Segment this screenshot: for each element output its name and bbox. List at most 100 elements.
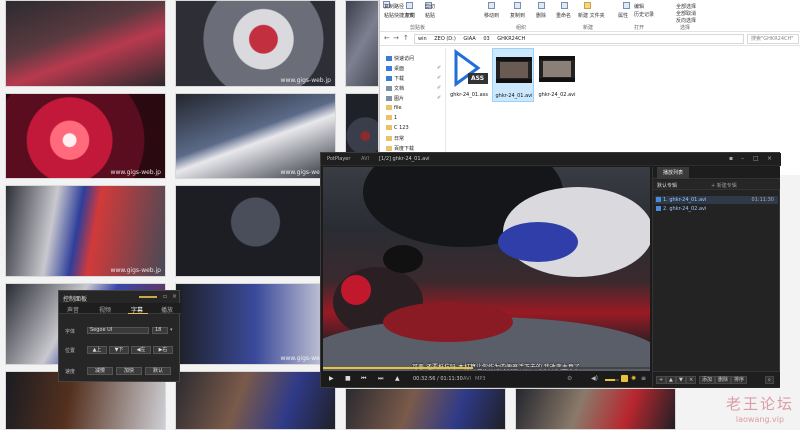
font-select[interactable]: Segoe UI <box>87 327 149 334</box>
ribbon-copy-path[interactable]: 复制路径 <box>384 3 404 10</box>
sun-icon[interactable]: ✺ <box>631 375 636 382</box>
playlist-item[interactable]: 2. ghkr-24_02.avi <box>655 205 778 213</box>
ribbon-history[interactable]: 历史记录 <box>634 11 654 18</box>
speed-slower-button[interactable]: 减慢 <box>87 367 113 375</box>
ribbon-delete[interactable]: 删除 <box>536 12 546 19</box>
stop-button[interactable]: ■ <box>345 375 351 382</box>
sidebar-item[interactable]: 百度下载 <box>386 145 414 152</box>
subtitle-toggle-icon[interactable] <box>621 375 628 382</box>
sidebar-item[interactable]: 下载 <box>386 75 404 82</box>
speed-default-button[interactable]: 默认 <box>145 367 171 375</box>
close-icon[interactable]: × <box>172 293 177 300</box>
tab-audio[interactable]: 声音 <box>67 305 79 314</box>
open-file-button[interactable]: ▲ <box>395 375 400 382</box>
tab-playlist[interactable]: 播放列表 <box>657 167 690 179</box>
file-item[interactable]: ghkr-24_01.avi <box>492 48 534 102</box>
ribbon-copy-to[interactable]: 复制到 <box>510 12 525 19</box>
ribbon-select-all[interactable]: 全部选择 <box>676 3 696 10</box>
playlist-search-icon[interactable]: ⌕ <box>765 376 774 384</box>
position-up-button[interactable]: ▲上 <box>87 346 107 354</box>
playlist-add-icon[interactable]: + <box>656 376 667 384</box>
opacity-slider[interactable] <box>139 296 157 298</box>
file-item[interactable]: ASS ghkr-24_01.ass <box>448 48 490 102</box>
breadcrumb-item[interactable]: GIAA <box>463 36 475 42</box>
thumbnail[interactable] <box>5 0 166 87</box>
file-item[interactable]: ghkr-24_02.avi <box>536 48 578 102</box>
new-album-button[interactable]: + 新建专辑 <box>711 182 737 189</box>
video-display[interactable]: 可恶 还要抵抗吗 本打算让你作为肉便器活下去的 我改变主意了 <box>323 167 650 375</box>
sidebar-item[interactable]: 日常 <box>386 135 404 142</box>
maximize-icon[interactable]: □ <box>753 155 759 162</box>
tab-video[interactable]: 视频 <box>99 305 111 314</box>
sidebar-item[interactable]: 1 <box>386 115 397 121</box>
thumbnail[interactable]: www.gigs-web.jp <box>175 0 336 87</box>
folder-icon <box>386 115 392 120</box>
search-input[interactable]: 搜索"GHKR24CH" <box>747 34 799 44</box>
ribbon-select-none[interactable]: 全部取消 <box>676 10 696 17</box>
thumbnail[interactable] <box>515 388 676 430</box>
playlist-delete-button[interactable]: 删除 <box>715 376 732 384</box>
ribbon-cut[interactable]: 剪切 <box>425 3 435 10</box>
address-bar: ← → ↑ win ZEO (D:) GIAA 03 GHKR24CH 搜索"G… <box>380 32 800 46</box>
playlist-add-button[interactable]: 添加 <box>699 376 716 384</box>
sidebar-item[interactable]: C 123 <box>386 125 409 131</box>
thumbnail[interactable]: www.gigs-web.jp <box>5 93 166 179</box>
thumbnail[interactable] <box>175 185 336 277</box>
playlist-item[interactable]: 1. ghkr-24_01.avi 01:11:30 <box>655 196 778 204</box>
thumbnail[interactable]: www.gigs-web.jp <box>175 93 336 179</box>
minimize-icon[interactable]: – <box>741 155 744 162</box>
player-titlebar[interactable]: PotPlayer AVI [1/2] ghkr-24_01.avi ▪ – □… <box>321 153 781 166</box>
up-arrow-icon[interactable]: ↑ <box>403 34 409 42</box>
forward-arrow-icon[interactable]: → <box>393 34 399 42</box>
ribbon-invert-selection[interactable]: 反向选择 <box>676 17 696 24</box>
file-name: ghkr-24_02.avi <box>538 92 576 98</box>
playlist-sort-button[interactable]: 排序 <box>731 376 748 384</box>
sidebar-item[interactable]: 桌面 <box>386 65 404 72</box>
sound-icon[interactable]: ◀) <box>591 375 598 382</box>
playlist-move-up-icon[interactable]: ▲ <box>666 376 676 384</box>
thumbnail[interactable] <box>345 388 506 430</box>
menu-icon[interactable]: ≡ <box>641 375 646 382</box>
chevron-down-icon[interactable]: ▾ <box>170 327 173 333</box>
ribbon-move-to[interactable]: 移动到 <box>484 12 499 19</box>
playlist-remove-icon[interactable]: × <box>686 376 697 384</box>
playlist-move-down-icon[interactable]: ▼ <box>676 376 686 384</box>
player-brand[interactable]: PotPlayer <box>327 156 350 162</box>
tab-playback[interactable]: 播放 <box>161 305 173 314</box>
back-arrow-icon[interactable]: ← <box>384 34 390 42</box>
breadcrumb[interactable]: win ZEO (D:) GIAA 03 GHKR24CH <box>414 34 744 44</box>
sidebar-item[interactable]: 快速访问 <box>386 55 414 62</box>
thumbnail[interactable]: www.gigs-web.jp <box>5 185 166 277</box>
ribbon-paste[interactable]: 粘贴 <box>425 12 435 19</box>
close-icon[interactable]: × <box>767 155 772 162</box>
breadcrumb-item[interactable]: GHKR24CH <box>497 36 525 42</box>
thumbnail[interactable] <box>175 371 336 430</box>
sidebar-item[interactable]: 图片 <box>386 95 404 102</box>
position-down-button[interactable]: ▼下 <box>109 346 129 354</box>
settings-icon[interactable]: ⚙ <box>567 375 572 382</box>
ribbon-open[interactable]: 编辑 <box>634 3 644 10</box>
pin-icon[interactable]: ▪ <box>729 155 733 162</box>
volume-slider[interactable] <box>605 379 619 381</box>
speed-faster-button[interactable]: 加快 <box>116 367 142 375</box>
position-left-button[interactable]: ◀左 <box>131 346 151 354</box>
seek-bar[interactable] <box>323 367 650 369</box>
previous-button[interactable]: ⏮ <box>361 375 366 383</box>
ribbon-new-folder[interactable]: 新建 文件夹 <box>578 12 605 19</box>
default-album-tab[interactable]: 默认专辑 <box>657 182 677 189</box>
position-right-button[interactable]: ▶右 <box>153 346 173 354</box>
pin-icon[interactable]: ▫ <box>163 293 167 300</box>
sidebar-item[interactable]: 文档 <box>386 85 404 92</box>
thumbnail[interactable]: www.gigs-web.jp <box>175 283 336 365</box>
thumbnail[interactable] <box>345 0 379 87</box>
sidebar-item[interactable]: file <box>386 105 402 111</box>
breadcrumb-item[interactable]: ZEO (D:) <box>434 36 456 42</box>
ribbon-copy[interactable]: 复制 <box>405 12 415 19</box>
ribbon-properties[interactable]: 属性 <box>618 12 628 19</box>
breadcrumb-item[interactable]: win <box>418 36 427 42</box>
font-size-field[interactable]: 18 <box>152 327 168 334</box>
next-button[interactable]: ⏭ <box>378 375 383 383</box>
breadcrumb-item[interactable]: 03 <box>483 36 489 42</box>
play-button[interactable]: ▶ <box>329 375 334 382</box>
ribbon-rename[interactable]: 重命名 <box>556 12 571 19</box>
